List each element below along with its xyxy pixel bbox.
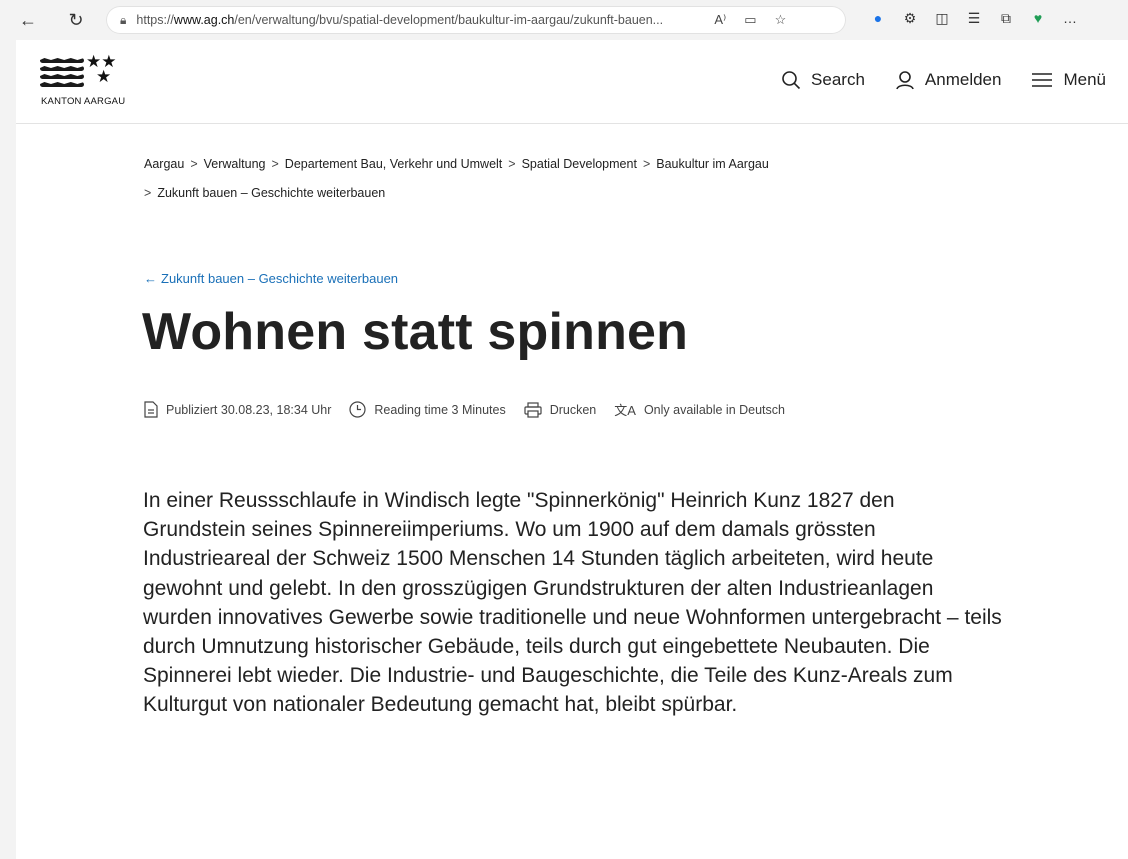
lock-icon[interactable]: 🔒︎	[120, 13, 126, 28]
back-icon[interactable]: ←	[14, 10, 42, 31]
hamburger-icon	[1032, 73, 1053, 87]
arrow-left-icon: ←	[144, 271, 157, 286]
print-button[interactable]: Drucken	[524, 401, 597, 418]
language-info: 文A Only available in Deutsch	[614, 400, 785, 419]
header-nav: Search Anmelden Menü	[751, 70, 1106, 90]
search-label: Search	[811, 70, 865, 89]
print-label: Drucken	[549, 402, 597, 417]
chevron-right-icon: >	[190, 157, 198, 171]
url-text[interactable]: https://www.ag.ch/en/verwaltung/bvu/spat…	[136, 13, 696, 27]
favorites-icon[interactable]: ☰	[958, 10, 990, 27]
split-screen-icon[interactable]: ◫	[926, 10, 958, 27]
address-bar[interactable]: 🔒︎ https://www.ag.ch/en/verwaltung/bvu/s…	[106, 6, 846, 34]
user-icon	[896, 71, 914, 90]
breadcrumb-item-departement[interactable]: Departement Bau, Verkehr und Umwelt	[285, 157, 502, 171]
translate-icon: 文A	[614, 403, 636, 418]
chevron-right-icon: >	[508, 157, 516, 171]
toolbar-icons: ● ⚙ ◫ ☰ ⧉ ♥ …	[862, 10, 1086, 27]
extensions-puzzle-icon[interactable]: ⚙	[894, 10, 926, 27]
performance-icon[interactable]: ♥	[1022, 10, 1054, 27]
chevron-right-icon: >	[144, 186, 152, 200]
breadcrumb-item-spatial-development[interactable]: Spatial Development	[522, 157, 637, 171]
site-header: ★★ ★ KANTON AARGAU Search Anmelden Menü	[16, 40, 1128, 124]
clock-icon	[349, 401, 366, 418]
more-icon[interactable]: …	[1054, 10, 1086, 27]
chevron-right-icon: >	[271, 157, 279, 171]
waves-icon	[40, 58, 84, 90]
read-aloud-icon[interactable]: A⁾	[714, 12, 726, 28]
immersive-reader-icon[interactable]: ▭	[744, 12, 756, 28]
collections-icon[interactable]: ⧉	[990, 10, 1022, 27]
search-button[interactable]: Search	[781, 70, 865, 90]
published-text: Publiziert 30.08.23, 18:34 Uhr	[166, 402, 332, 417]
login-label: Anmelden	[924, 70, 1002, 89]
login-button[interactable]: Anmelden	[895, 70, 1002, 90]
reading-time-text: Reading time 3 Minutes	[374, 402, 506, 417]
breadcrumb-item-aargau[interactable]: Aargau	[144, 157, 184, 171]
favorite-star-icon[interactable]: ☆	[775, 12, 787, 28]
menu-label: Menü	[1063, 70, 1106, 89]
printer-icon	[524, 401, 542, 418]
language-text: Only available in Deutsch	[643, 402, 785, 417]
breadcrumb: Aargau > Verwaltung > Departement Bau, Verke…	[144, 150, 904, 208]
back-link-label: Zukunft bauen – Geschichte weiterbauen	[161, 271, 399, 286]
reading-time-info: Reading time 3 Minutes	[349, 401, 506, 418]
published-info: Publiziert 30.08.23, 18:34 Uhr	[144, 401, 331, 418]
search-icon	[782, 71, 801, 90]
web-page: ★★ ★ KANTON AARGAU Search Anmelden Menü A…	[16, 40, 1128, 859]
article-meta: Publiziert 30.08.23, 18:34 Uhr Reading t…	[144, 400, 803, 419]
chevron-right-icon: >	[642, 157, 651, 171]
extension-icon[interactable]: ●	[862, 10, 894, 27]
browser-toolbar: ← ↻ 🔒︎ https://www.ag.ch/en/verwaltung/b…	[0, 0, 1128, 40]
refresh-icon[interactable]: ↻	[62, 10, 90, 31]
page-title: Wohnen statt spinnen	[142, 303, 689, 361]
breadcrumb-item-verwaltung[interactable]: Verwaltung	[204, 157, 266, 171]
article-lead: In einer Reussschlaufe in Windisch legte…	[143, 489, 1002, 717]
document-icon	[144, 401, 158, 418]
logo-text: KANTON AARGAU	[41, 96, 126, 107]
back-link[interactable]: ← Zukunft bauen – Geschichte weiterbauen	[144, 271, 398, 286]
breadcrumb-item-zukunft-bauen[interactable]: Zukunft bauen – Geschichte weiterbauen	[157, 186, 385, 200]
breadcrumb-item-baukultur[interactable]: Baukultur im Aargau	[656, 157, 769, 171]
stars-icon: ★★ ★	[86, 52, 117, 86]
menu-button[interactable]: Menü	[1031, 70, 1106, 90]
